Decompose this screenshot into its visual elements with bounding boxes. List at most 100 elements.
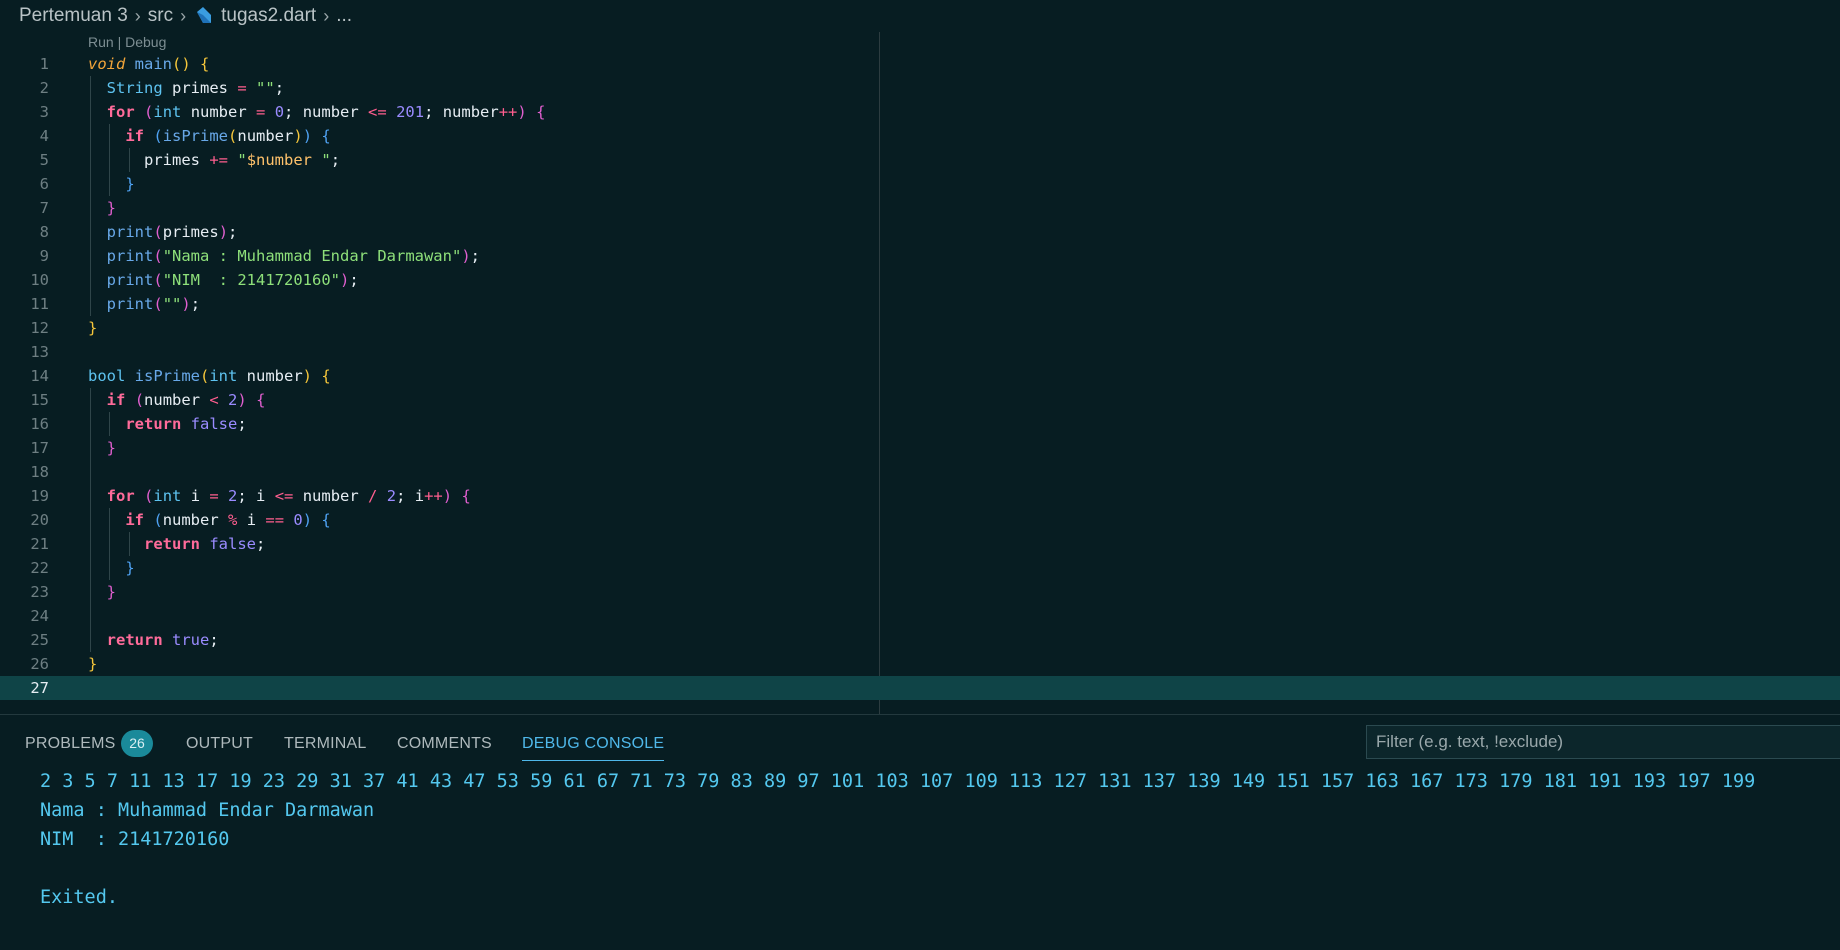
code-line[interactable]: 18 bbox=[0, 460, 1840, 484]
code-token: = bbox=[256, 103, 266, 121]
code-line[interactable]: 16 return false; bbox=[0, 412, 1840, 436]
code-token: ( bbox=[153, 511, 163, 529]
tab-comments[interactable]: COMMENTS bbox=[397, 730, 492, 758]
line-number: 24 bbox=[30, 607, 49, 625]
code-token: ( bbox=[134, 391, 145, 409]
code-token: = bbox=[237, 79, 247, 97]
code-line[interactable]: 17 } bbox=[0, 436, 1840, 460]
code-editor[interactable]: Run | Debug 1 void main() {2 String prime… bbox=[0, 32, 1840, 714]
code-token: ; i bbox=[237, 487, 275, 505]
breadcrumb-folder[interactable]: Pertemuan 3 bbox=[19, 5, 128, 27]
code-line[interactable]: 20 if (number % i == 0) { bbox=[0, 508, 1840, 532]
tab-debug-console[interactable]: DEBUG CONSOLE bbox=[522, 730, 665, 761]
code-line[interactable]: 19 for (int i = 2; i <= number / 2; i++)… bbox=[0, 484, 1840, 508]
code-token: == bbox=[265, 511, 285, 529]
code-text: } bbox=[88, 556, 134, 580]
tab-output[interactable]: OUTPUT bbox=[186, 730, 253, 758]
breadcrumb-more[interactable]: ... bbox=[336, 5, 352, 27]
code-token: i bbox=[237, 511, 266, 529]
code-line[interactable]: 26} bbox=[0, 652, 1840, 676]
console-filter-input[interactable] bbox=[1366, 725, 1840, 759]
code-token: { bbox=[536, 103, 546, 121]
breadcrumb-file[interactable]: tugas2.dart bbox=[221, 5, 316, 27]
code-line[interactable]: 10 print("NIM : 2141720160"); bbox=[0, 268, 1840, 292]
tab-problems[interactable]: PROBLEMS bbox=[25, 730, 116, 758]
tab-terminal[interactable]: TERMINAL bbox=[284, 730, 367, 758]
code-line[interactable]: 12} bbox=[0, 316, 1840, 340]
code-line[interactable]: 8 print(primes); bbox=[0, 220, 1840, 244]
code-line[interactable]: 6 } bbox=[0, 172, 1840, 196]
code-line[interactable]: 15 if (number < 2) { bbox=[0, 388, 1840, 412]
line-number: 25 bbox=[30, 631, 49, 649]
code-line[interactable]: 9 print("Nama : Muhammad Endar Darmawan"… bbox=[0, 244, 1840, 268]
code-text: print("Nama : Muhammad Endar Darmawan"); bbox=[88, 244, 480, 268]
code-token: int bbox=[209, 367, 238, 385]
code-line[interactable]: 3 for (int number = 0; number <= 201; nu… bbox=[0, 100, 1840, 124]
code-line[interactable]: 7 } bbox=[0, 196, 1840, 220]
code-line[interactable]: 23 } bbox=[0, 580, 1840, 604]
code-line[interactable]: 13 bbox=[0, 340, 1840, 364]
code-token: ; bbox=[274, 79, 285, 97]
code-text: return false; bbox=[88, 412, 246, 436]
code-token: < bbox=[209, 391, 219, 409]
code-token: print bbox=[106, 295, 154, 313]
line-number: 4 bbox=[39, 127, 49, 145]
code-token: } bbox=[88, 319, 98, 337]
console-line: Nama : Muhammad Endar Darmawan bbox=[40, 800, 375, 821]
code-token: if bbox=[106, 391, 126, 409]
code-token: number bbox=[181, 103, 257, 121]
code-token: "NIM : 2141720160" bbox=[162, 271, 340, 289]
breadcrumb-subfolder[interactable]: src bbox=[148, 5, 173, 27]
code-line[interactable]: 25 return true; bbox=[0, 628, 1840, 652]
code-text: if (number % i == 0) { bbox=[88, 508, 330, 532]
code-token: () bbox=[172, 55, 191, 73]
code-token: ( bbox=[153, 271, 163, 289]
code-line[interactable]: 14 bool isPrime(int number) { bbox=[0, 364, 1840, 388]
code-token: print bbox=[106, 247, 154, 265]
codelens-debug-link[interactable]: Debug bbox=[125, 34, 166, 50]
code-token: } bbox=[125, 175, 135, 193]
line-number: 15 bbox=[30, 391, 49, 409]
console-line: NIM : 2141720160 bbox=[40, 829, 230, 850]
code-line[interactable]: 2 String primes = ""; bbox=[0, 76, 1840, 100]
code-text: print("NIM : 2141720160"); bbox=[88, 268, 359, 292]
code-token: ( bbox=[153, 247, 163, 265]
code-token: number bbox=[144, 391, 210, 409]
code-text: String primes = ""; bbox=[88, 76, 284, 100]
codelens-run-link[interactable]: Run bbox=[88, 34, 114, 50]
code-text: } bbox=[88, 316, 97, 340]
code-token: ) bbox=[218, 223, 229, 241]
code-token: primes bbox=[162, 223, 219, 241]
code-line[interactable]: 1 void main() { bbox=[0, 52, 1840, 76]
code-token: <= bbox=[368, 103, 387, 121]
code-line[interactable]: 4 if (isPrime(number)) { bbox=[0, 124, 1840, 148]
code-line[interactable]: 21 return false; bbox=[0, 532, 1840, 556]
code-line[interactable]: 27 bbox=[0, 676, 1840, 700]
code-token: ; number bbox=[424, 103, 499, 121]
code-line[interactable]: 22 } bbox=[0, 556, 1840, 580]
code-line[interactable]: 24 bbox=[0, 604, 1840, 628]
code-token: int bbox=[153, 487, 182, 505]
code-line[interactable]: 11 print(""); bbox=[0, 292, 1840, 316]
line-number: 14 bbox=[30, 367, 49, 385]
code-text: for (int i = 2; i <= number / 2; i++) { bbox=[88, 484, 471, 508]
line-number: 26 bbox=[30, 655, 49, 673]
code-token: { bbox=[200, 55, 210, 73]
code-token: "" bbox=[162, 295, 182, 313]
code-text: } bbox=[88, 196, 116, 220]
code-line[interactable]: 5 primes += "$number "; bbox=[0, 148, 1840, 172]
